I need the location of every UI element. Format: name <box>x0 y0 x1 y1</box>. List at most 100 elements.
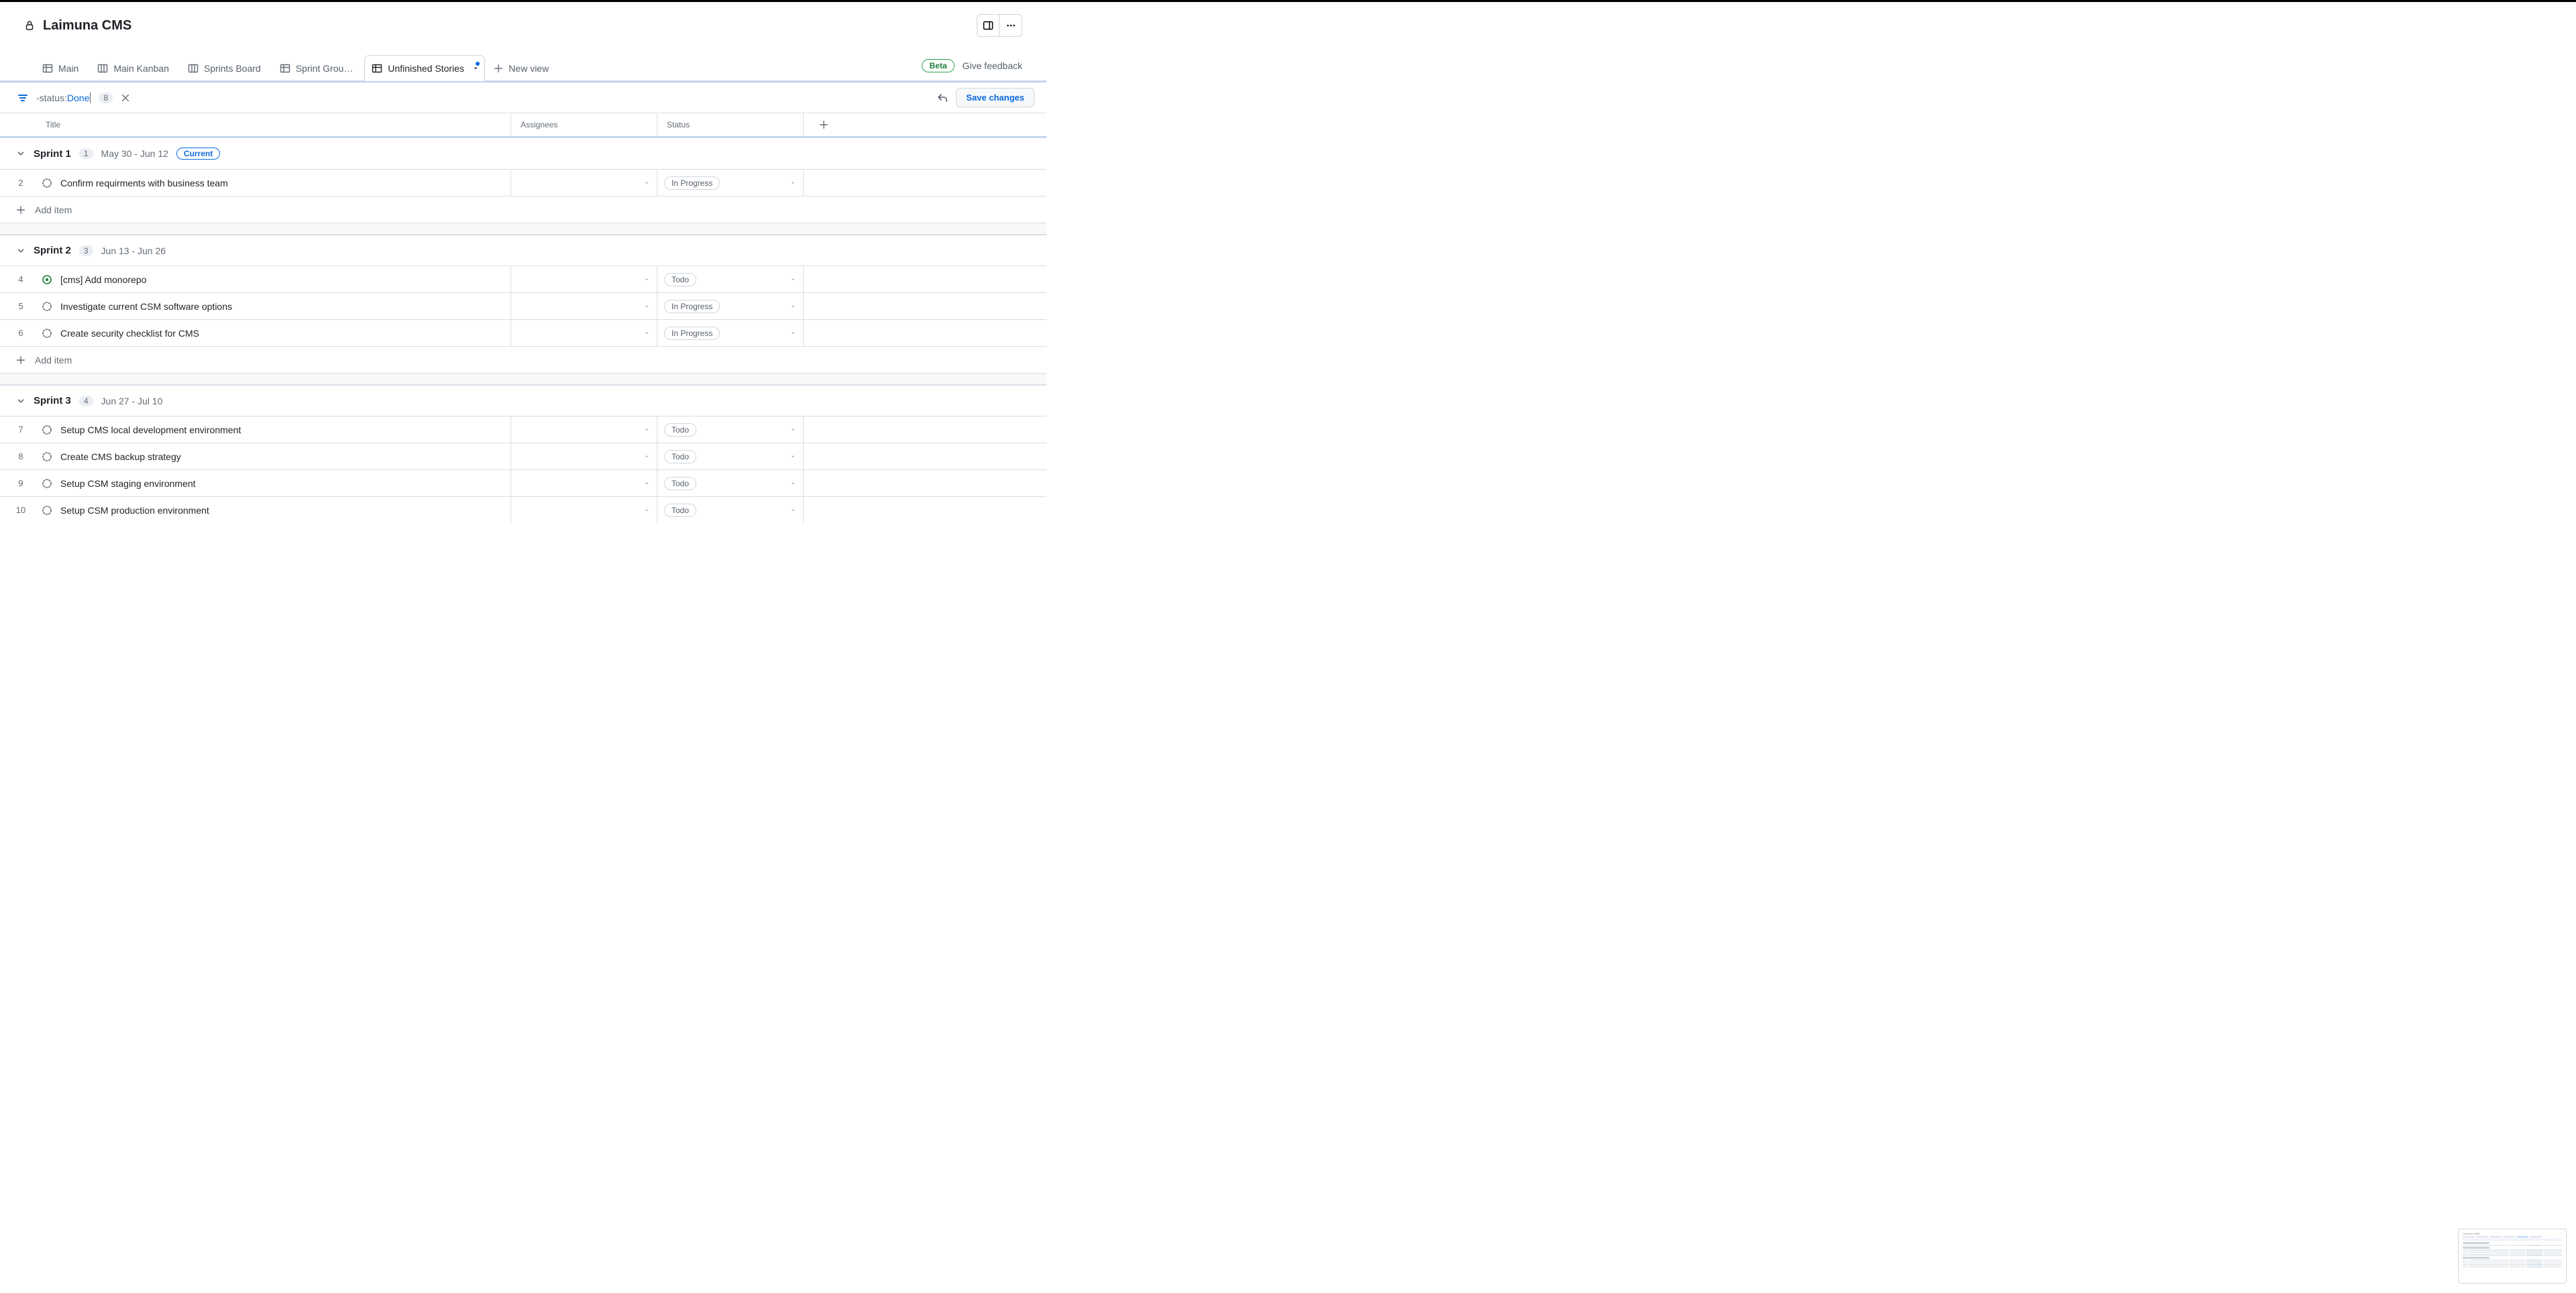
table-row[interactable]: 5Investigate current CSM software option… <box>0 292 1046 319</box>
sprint-group: Sprint 3 4 Jun 27 - Jul 10 7Setup CMS local… <box>0 385 1046 523</box>
assignees-cell[interactable] <box>511 443 657 469</box>
assignees-cell[interactable] <box>511 497 657 523</box>
chevron-down-icon <box>790 453 796 460</box>
assignees-cell[interactable] <box>511 293 657 319</box>
issue-title[interactable]: Investigate current CSM software options <box>60 301 232 312</box>
view-tab[interactable]: Sprint Grou… <box>272 56 364 80</box>
view-tab[interactable]: Main <box>35 56 89 80</box>
add-item-button[interactable]: Add item <box>0 346 1046 373</box>
issue-draft-icon <box>42 505 52 516</box>
views-tabs: Main Main Kanban Sprints Board Sprint Grou…… <box>0 54 1046 81</box>
status-cell[interactable]: Todo <box>657 497 804 523</box>
status-cell[interactable]: In Progress <box>657 320 804 346</box>
table-row[interactable]: 4 [cms] Add monorepo Todo <box>0 266 1046 292</box>
column-header-assignees[interactable]: Assignees <box>511 113 657 136</box>
table-row[interactable]: 10Setup CSM production environmentTodo <box>0 496 1046 523</box>
sprint-group: Sprint 23Jun 13 - Jun 264[cms] Add monor… <box>0 235 1046 373</box>
row-number: 8 <box>0 451 42 461</box>
chevron-down-icon <box>790 180 796 186</box>
tab-label: Sprints Board <box>204 63 261 74</box>
assignees-cell[interactable] <box>511 470 657 496</box>
table-row[interactable]: 6Create security checklist for CMSIn Pro… <box>0 319 1046 346</box>
status-cell[interactable]: Todo <box>657 266 804 292</box>
collapse-toggle[interactable] <box>16 149 25 158</box>
view-tab[interactable]: Sprints Board <box>180 56 271 80</box>
table-row[interactable]: 9 Setup CSM staging environment Todo <box>0 469 1046 496</box>
status-badge: In Progress <box>664 300 720 313</box>
board-layout-icon <box>188 63 199 74</box>
chevron-down-icon <box>643 276 650 283</box>
assignees-cell[interactable] <box>511 320 657 346</box>
issue-draft-icon <box>42 451 52 462</box>
discard-changes-button[interactable] <box>937 93 948 103</box>
issue-title[interactable]: Confirm requirments with business team <box>60 178 228 188</box>
new-view-button[interactable]: New view <box>486 56 559 80</box>
status-cell[interactable]: In Progress <box>657 170 804 196</box>
status-cell[interactable]: Todo <box>657 416 804 443</box>
group-title: Sprint 2 <box>34 245 71 256</box>
chevron-down-icon <box>790 427 796 433</box>
add-item-label: Add item <box>35 355 72 366</box>
tab-label: Sprint Grou… <box>296 63 354 74</box>
column-header-title[interactable]: Title <box>42 113 511 136</box>
chevron-down-icon <box>790 330 796 337</box>
clear-filter-button[interactable] <box>121 93 130 103</box>
issue-title[interactable]: Setup CSM staging environment <box>60 478 196 489</box>
issue-title[interactable]: Setup CMS local development environment <box>60 425 241 435</box>
tab-label: Main Kanban <box>113 63 169 74</box>
insights-panel-button[interactable] <box>977 14 1000 37</box>
issue-title[interactable]: Setup CSM production environment <box>60 505 209 516</box>
project-title: Laimuna CMS <box>43 18 131 34</box>
issue-draft-icon <box>42 425 52 435</box>
collapse-toggle[interactable] <box>16 396 25 406</box>
assignees-cell[interactable] <box>511 266 657 292</box>
table-row[interactable]: 8 Create CMS backup strategy Todo <box>0 443 1046 469</box>
chevron-down-icon <box>790 480 796 487</box>
status-cell[interactable]: Todo <box>657 443 804 469</box>
issue-draft-icon <box>42 478 52 489</box>
chevron-down-icon <box>643 303 650 310</box>
group-dates: Jun 27 - Jul 10 <box>101 396 163 406</box>
assignees-cell[interactable] <box>511 170 657 196</box>
table-layout-icon <box>280 63 290 74</box>
add-column-button[interactable] <box>804 113 844 136</box>
add-item-button[interactable]: Add item <box>0 196 1046 223</box>
more-menu-button[interactable] <box>1000 14 1022 37</box>
group-count: 3 <box>79 245 93 256</box>
collapse-toggle[interactable] <box>16 246 25 256</box>
view-tab[interactable]: Unfinished Stories <box>364 55 485 81</box>
minimap[interactable]: Laimuna CMS⋯ <box>2458 1229 2567 1284</box>
tab-options-button[interactable] <box>472 62 479 74</box>
new-view-label: New view <box>508 63 549 74</box>
issue-title[interactable]: Create security checklist for CMS <box>60 328 199 339</box>
text-caret <box>90 93 91 103</box>
filter-icon[interactable] <box>17 93 28 103</box>
save-changes-button[interactable]: Save changes <box>956 88 1034 107</box>
issue-title[interactable]: [cms] Add monorepo <box>60 274 146 285</box>
group-title: Sprint 3 <box>34 395 71 406</box>
tab-label: Unfinished Stories <box>388 63 464 74</box>
group-dates: May 30 - Jun 12 <box>101 148 168 159</box>
chevron-down-icon <box>643 480 650 487</box>
table-row[interactable]: 2 Confirm requirments with business team I… <box>0 169 1046 196</box>
chevron-down-icon <box>643 507 650 514</box>
status-badge: Todo <box>664 273 696 286</box>
plus-icon <box>494 64 503 73</box>
filter-input[interactable]: -status:Done <box>36 93 91 103</box>
column-header-status[interactable]: Status <box>657 113 804 136</box>
status-cell[interactable]: In Progress <box>657 293 804 319</box>
issue-title[interactable]: Create CMS backup strategy <box>60 451 181 462</box>
table-row[interactable]: 7Setup CMS local development environment… <box>0 416 1046 443</box>
row-number: 9 <box>0 478 42 488</box>
give-feedback-link[interactable]: Give feedback <box>963 60 1023 71</box>
assignees-cell[interactable] <box>511 416 657 443</box>
row-number: 2 <box>0 178 42 188</box>
sprint-group: Sprint 11May 30 - Jun 12Current2Confirm … <box>0 137 1046 223</box>
plus-icon <box>16 205 25 215</box>
view-tab[interactable]: Main Kanban <box>90 56 179 80</box>
status-cell[interactable]: Todo <box>657 470 804 496</box>
add-item-label: Add item <box>35 205 72 215</box>
row-number: 4 <box>0 274 42 284</box>
group-count: 4 <box>79 396 93 406</box>
board-layout-icon <box>97 63 108 74</box>
